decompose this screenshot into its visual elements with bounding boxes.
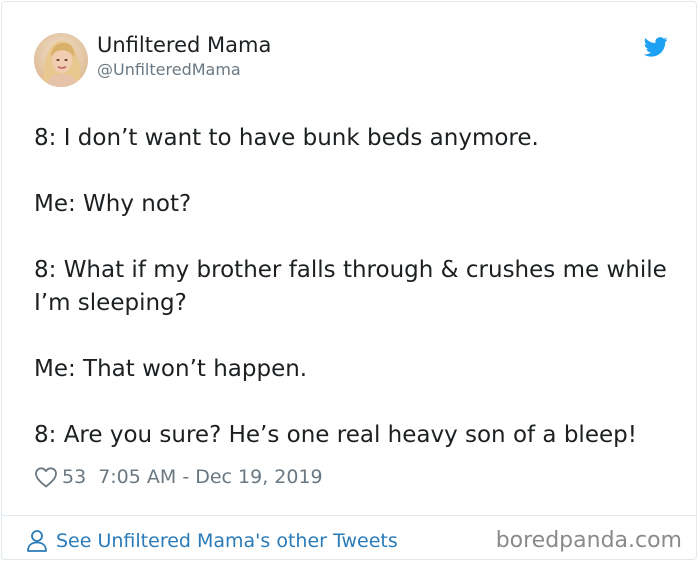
heart-icon[interactable] bbox=[34, 466, 58, 488]
tweet-meta: 53 7:05 AM - Dec 19, 2019 bbox=[34, 464, 323, 490]
person-icon bbox=[27, 530, 47, 552]
tweet-paragraph: 8: What if my brother falls through & cr… bbox=[34, 257, 667, 316]
tweet-text: 8: I don’t want to have bunk beds anymor… bbox=[34, 122, 674, 452]
display-name[interactable]: Unfiltered Mama bbox=[97, 33, 271, 57]
avatar-photo bbox=[34, 33, 88, 87]
tweet-card: Unfiltered Mama @UnfilteredMama 8: I don… bbox=[1, 1, 697, 560]
tweet-paragraph: 8: Are you sure? He’s one real heavy son… bbox=[34, 422, 637, 448]
user-handle[interactable]: @UnfilteredMama bbox=[97, 60, 241, 79]
watermark: boredpanda.com bbox=[495, 528, 682, 553]
other-tweets-link[interactable]: See Unfiltered Mama's other Tweets bbox=[26, 527, 398, 555]
footer-divider bbox=[2, 515, 696, 516]
other-tweets-label[interactable]: See Unfiltered Mama's other Tweets bbox=[56, 530, 398, 552]
tweet-paragraph: Me: That won’t happen. bbox=[34, 356, 308, 382]
tweet-paragraph: 8: I don’t want to have bunk beds anymor… bbox=[34, 125, 539, 151]
tweet-timestamp[interactable]: 7:05 AM - Dec 19, 2019 bbox=[98, 466, 322, 488]
twitter-bird-icon[interactable] bbox=[644, 37, 668, 57]
like-count[interactable]: 53 bbox=[62, 466, 86, 488]
tweet-paragraph: Me: Why not? bbox=[34, 191, 192, 217]
avatar[interactable] bbox=[34, 33, 88, 87]
